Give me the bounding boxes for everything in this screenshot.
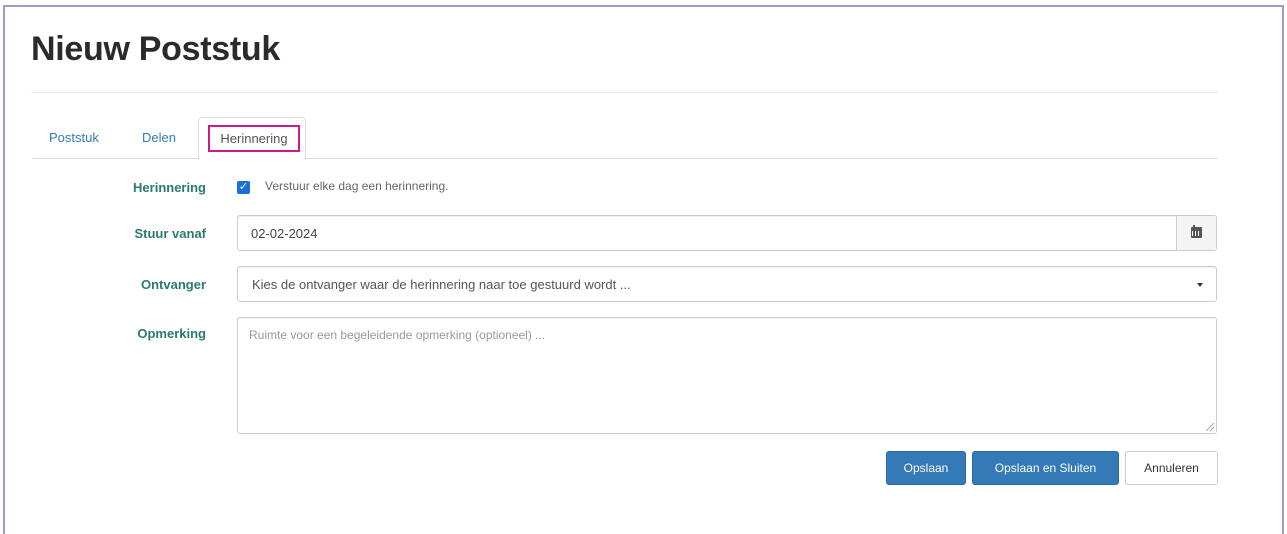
tab-herinnering[interactable]: Herinnering	[198, 117, 306, 160]
recipient-label: Ontvanger	[140, 277, 206, 292]
remark-placeholder: Ruimte voor een begeleidende opmerking (…	[249, 328, 546, 342]
page-title: Nieuw Poststuk	[31, 30, 280, 68]
tab-poststuk[interactable]: Poststuk	[49, 117, 99, 159]
remark-textarea[interactable]: Ruimte voor een begeleidende opmerking (…	[237, 317, 1217, 434]
tab-delen[interactable]: Delen	[142, 117, 176, 159]
cancel-button[interactable]: Annuleren	[1125, 451, 1218, 485]
recipient-placeholder: Kies de ontvanger waar de herinnering na…	[252, 277, 631, 292]
resize-handle-icon[interactable]	[1206, 423, 1214, 431]
date-picker-button[interactable]	[1176, 216, 1216, 250]
send-from-label: Stuur vanaf	[134, 226, 206, 241]
save-and-close-button[interactable]: Opslaan en Sluiten	[972, 451, 1119, 485]
send-from-date-input[interactable]: 02-02-2024	[237, 215, 1217, 251]
calendar-icon	[1191, 225, 1202, 238]
chevron-down-icon	[1197, 283, 1203, 287]
send-from-value: 02-02-2024	[251, 226, 318, 241]
tab-herinnering-label: Herinnering	[208, 125, 300, 152]
reminder-checkbox[interactable]: ✓	[237, 181, 250, 194]
title-divider	[31, 92, 1218, 93]
remark-label: Opmerking	[137, 326, 206, 341]
reminder-checkbox-label[interactable]: Verstuur elke dag een herinnering.	[265, 179, 448, 193]
reminder-label: Herinnering	[133, 180, 206, 195]
save-button[interactable]: Opslaan	[886, 451, 966, 485]
tab-bar: Poststuk Delen Herinnering	[33, 117, 1218, 160]
recipient-select[interactable]: Kies de ontvanger waar de herinnering na…	[237, 266, 1217, 302]
